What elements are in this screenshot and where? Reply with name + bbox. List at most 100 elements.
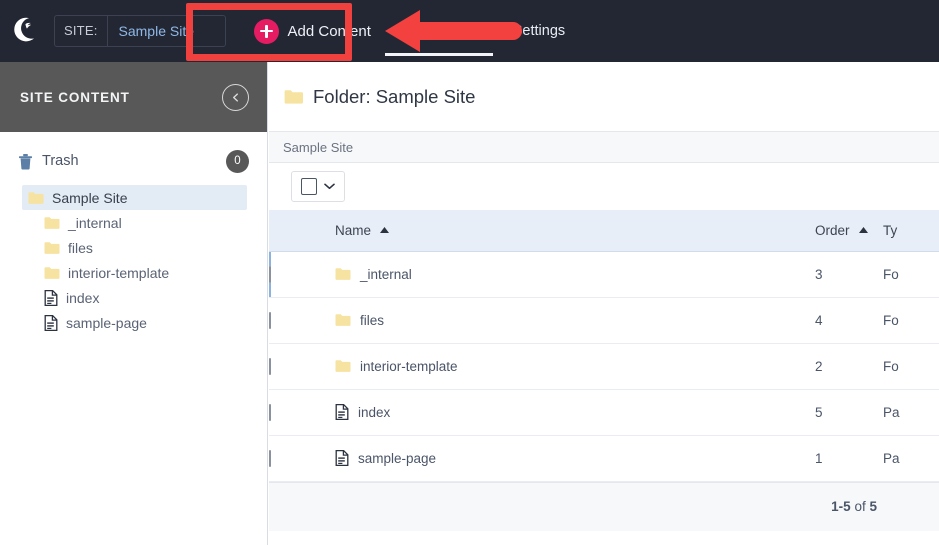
row-type-cell: Fo (883, 250, 939, 298)
row-checkbox[interactable] (269, 357, 271, 375)
checkbox-icon[interactable] (301, 178, 317, 195)
row-checkbox[interactable] (269, 265, 271, 283)
grid-toolbar (269, 163, 939, 210)
sidebar-item-trash[interactable]: Trash 0 (0, 146, 267, 176)
table-header-row: Name Order Ty (269, 210, 939, 251)
row-checkbox-cell (269, 435, 335, 482)
column-header-order-label: Order (815, 222, 850, 238)
row-name-link[interactable]: sample-page (358, 451, 436, 466)
row-checkbox[interactable] (269, 311, 271, 329)
row-order-cell: 4 (815, 297, 884, 344)
row-checkbox[interactable] (269, 449, 271, 467)
breadcrumb-item[interactable]: Sample Site (283, 140, 353, 155)
add-content-label: Add Content (287, 22, 371, 40)
page-icon (335, 404, 349, 420)
grid-footer: 1-5 of 5 (269, 481, 939, 531)
site-selector-label: SITE: (64, 23, 98, 38)
row-type-cell: Fo (883, 297, 939, 344)
sidebar-header: SITE CONTENT (0, 62, 267, 132)
row-name-cell: _internal (335, 250, 816, 298)
row-name-cell: index (335, 389, 816, 436)
tree-label: Sample Site (52, 189, 128, 206)
row-name-cell: interior-template (335, 343, 816, 390)
tree-label: _internal (68, 214, 122, 231)
table-row[interactable]: index 5 Pa (269, 389, 939, 436)
cascade-moon-logo-icon (14, 17, 34, 42)
tree-label: interior-template (68, 264, 170, 281)
add-content-button[interactable]: Add Content (248, 11, 377, 51)
main-content-panel: Folder: Sample Site Sample Site Name Ord… (269, 62, 939, 545)
breadcrumb: Sample Site (269, 132, 939, 163)
sidebar-item-index[interactable]: index (22, 285, 247, 310)
row-type-cell: Pa (883, 435, 939, 482)
sidebar-item-sample-page[interactable]: sample-page (22, 310, 247, 335)
tree-label: index (66, 289, 100, 306)
sidebar-title: SITE CONTENT (20, 89, 130, 105)
chevron-left-circle-icon[interactable] (222, 83, 249, 111)
row-checkbox-cell (269, 297, 335, 344)
row-order-cell: 1 (815, 435, 884, 482)
select-all-dropdown[interactable] (291, 171, 345, 202)
column-header-type-label: Ty (883, 222, 898, 238)
tab-site-content-label: Site Content (398, 23, 479, 39)
page-icon (44, 289, 58, 306)
folder-icon (335, 314, 351, 326)
row-name-cell: sample-page (335, 435, 816, 482)
row-checkbox-cell (269, 250, 335, 298)
row-checkbox[interactable] (269, 403, 271, 421)
tree-label: files (68, 239, 93, 256)
trash-icon (19, 153, 32, 170)
content-table: Name Order Ty _internal 3 Fo files 4 Fo … (269, 210, 939, 482)
folder-title-bar: Folder: Sample Site (269, 62, 939, 132)
row-order-cell: 5 (815, 389, 884, 436)
folder-icon (335, 268, 351, 280)
row-name-link[interactable]: index (358, 405, 390, 420)
sidebar-item-files[interactable]: files (22, 235, 247, 260)
folder-icon (44, 216, 60, 229)
page-icon (335, 450, 349, 466)
row-order-cell: 3 (815, 250, 884, 298)
column-header-order[interactable]: Order (815, 210, 884, 251)
plus-icon (253, 18, 279, 44)
row-type-cell: Fo (883, 343, 939, 390)
tree-label: sample-page (66, 314, 147, 331)
pagination-of-label: of (854, 499, 866, 514)
column-header-name-label: Name (335, 222, 372, 238)
pagination-total: 5 (869, 499, 877, 514)
pagination-status: 1-5 of 5 (831, 499, 877, 514)
sort-ascending-icon (380, 227, 390, 234)
row-order-cell: 2 (815, 343, 884, 390)
table-row[interactable]: sample-page 1 Pa (269, 435, 939, 482)
tab-settings[interactable]: Settings (511, 0, 567, 62)
sidebar-item-interior-template[interactable]: interior-template (22, 260, 247, 285)
site-selector-value[interactable]: Sample Site (106, 16, 225, 46)
column-header-checkbox (269, 210, 335, 251)
table-row[interactable]: interior-template 2 Fo (269, 343, 939, 390)
page-title: Folder: Sample Site (313, 85, 476, 107)
row-name-link[interactable]: files (360, 313, 384, 328)
folder-icon (28, 191, 44, 204)
chevron-down-icon (324, 183, 335, 190)
tab-site-content[interactable]: Site Content (384, 0, 493, 62)
column-header-name[interactable]: Name (335, 210, 816, 251)
row-name-link[interactable]: interior-template (360, 359, 458, 374)
table-row[interactable]: files 4 Fo (269, 297, 939, 344)
row-checkbox-cell (269, 343, 335, 390)
pagination-range: 1-5 (831, 499, 851, 514)
trash-label: Trash (42, 153, 79, 169)
table-row[interactable]: _internal 3 Fo (269, 250, 939, 298)
row-checkbox-cell (269, 389, 335, 436)
sidebar-item-_internal[interactable]: _internal (22, 210, 247, 235)
page-icon (44, 314, 58, 331)
column-header-type[interactable]: Ty (883, 210, 939, 251)
folder-icon (284, 89, 303, 104)
site-content-sidebar: SITE CONTENT Trash 0 Sample Site _intern… (0, 62, 268, 545)
content-tree: Trash 0 Sample Site _internal files inte… (0, 132, 267, 335)
row-name-link[interactable]: _internal (360, 267, 412, 282)
site-selector[interactable]: SITE: Sample Site (54, 15, 226, 47)
top-navigation-bar: SITE: Sample Site Add Content Site Conte… (0, 0, 939, 62)
tab-settings-label: Settings (512, 23, 566, 39)
app-logo[interactable] (0, 0, 52, 62)
folder-icon (335, 360, 351, 372)
sidebar-item-sample-site[interactable]: Sample Site (22, 185, 247, 210)
